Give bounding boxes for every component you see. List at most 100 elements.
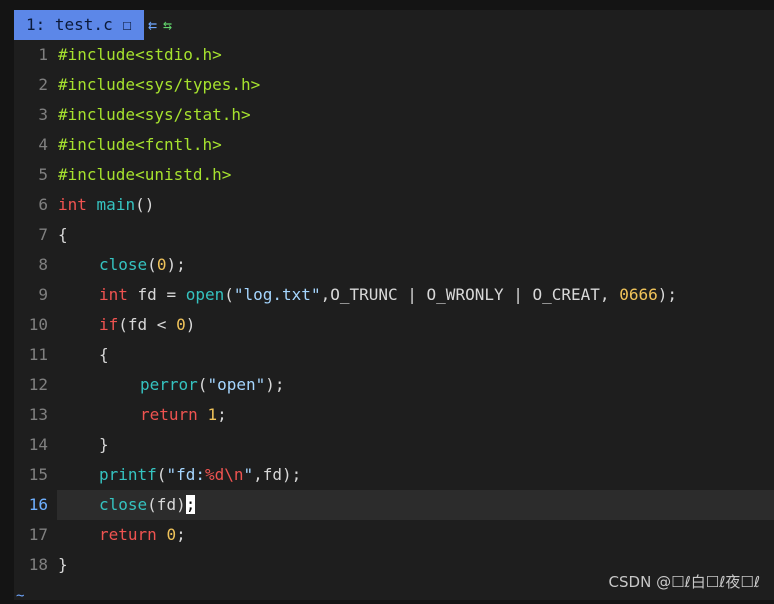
line-number: 6 — [38, 195, 48, 214]
line-content[interactable]: int fd = open("log.txt",O_TRUNC | O_WRON… — [57, 280, 774, 310]
code-token: #include — [58, 135, 136, 154]
code-token: ; — [176, 525, 186, 544]
code-token: ( — [156, 465, 167, 484]
code-token: perror — [140, 375, 198, 394]
line-content[interactable]: close(0); — [57, 250, 774, 280]
line-content[interactable]: return 1; — [57, 400, 774, 430]
code-line[interactable]: 11 { — [14, 340, 774, 370]
code-token: 0 — [176, 315, 186, 334]
code-line[interactable]: 4 #include<fcntl.h> — [14, 130, 774, 160]
code-line[interactable]: 15 printf("fd:%d\n",fd); — [14, 460, 774, 490]
line-number: 12 — [28, 375, 48, 394]
line-content[interactable]: perror("open"); — [57, 370, 774, 400]
code-token: %d\n — [204, 465, 244, 484]
code-token: 0666 — [619, 285, 658, 304]
line-number: 14 — [28, 435, 48, 454]
code-token: { — [58, 225, 68, 244]
code-line[interactable]: 2 #include<sys/types.h> — [14, 70, 774, 100]
line-content[interactable]: int main() — [57, 190, 774, 220]
line-content[interactable]: { — [57, 220, 774, 250]
code-token: #include — [58, 45, 136, 64]
line-content[interactable]: return 0; — [57, 520, 774, 550]
code-line[interactable]: 7{ — [14, 220, 774, 250]
code-token: close — [99, 255, 148, 274]
code-line[interactable]: 13 return 1; — [14, 400, 774, 430]
line-number: 16 — [28, 495, 48, 514]
code-token: printf — [99, 465, 157, 484]
code-token: ); — [657, 285, 677, 304]
code-token: open — [185, 285, 225, 304]
line-content[interactable]: if(fd < 0) — [57, 310, 774, 340]
code-token: 0 — [166, 525, 177, 544]
line-content[interactable]: #include<sys/types.h> — [57, 70, 774, 100]
line-content[interactable]: #include<unistd.h> — [57, 160, 774, 190]
code-token: <sys/types.h> — [135, 75, 261, 94]
code-token: ,fd); — [253, 465, 302, 484]
code-token: 0 — [156, 255, 167, 274]
code-token: " — [243, 465, 254, 484]
code-line[interactable]: 14} — [14, 430, 774, 460]
code-token: "log.txt" — [233, 285, 321, 304]
code-token: ; — [217, 405, 227, 424]
line-number: 7 — [38, 225, 48, 244]
line-number: 10 — [28, 315, 48, 334]
code-token: <stdio.h> — [135, 45, 222, 64]
code-token: return — [140, 405, 198, 424]
code-line[interactable]: 6 int main() — [14, 190, 774, 220]
text-cursor: ; — [185, 495, 196, 514]
code-line[interactable]: 3 #include<sys/stat.h> — [14, 100, 774, 130]
tabline: 1: test.c ☐ ⇇ ⇆ — [14, 10, 774, 40]
code-line[interactable]: 1 #include<stdio.h> — [14, 40, 774, 70]
code-token: int — [99, 285, 128, 304]
code-line[interactable]: 12 perror("open"); — [14, 370, 774, 400]
code-token: { — [99, 345, 109, 364]
code-token: () — [135, 195, 155, 214]
line-content[interactable]: #include<sys/stat.h> — [57, 100, 774, 130]
code-token: int — [58, 195, 87, 214]
code-token: ,O_TRUNC | O_WRONLY | O_CREAT, — [320, 285, 620, 304]
line-content[interactable]: #include<stdio.h> — [57, 40, 774, 70]
code-token: close — [99, 495, 148, 514]
code-token: main — [96, 195, 136, 214]
line-number: 3 — [38, 105, 48, 124]
line-content[interactable]: close(fd); — [57, 490, 774, 520]
code-line[interactable]: 17 return 0; — [14, 520, 774, 550]
code-token: ( — [197, 375, 208, 394]
code-token: (fd < — [118, 315, 177, 334]
code-token: if — [99, 315, 119, 334]
line-number: 2 — [38, 75, 48, 94]
code-line[interactable]: 9 int fd = open("log.txt",O_TRUNC | O_WRO… — [14, 280, 774, 310]
line-content[interactable]: printf("fd:%d\n",fd); — [57, 460, 774, 490]
code-editor[interactable]: 1: test.c ☐ ⇇ ⇆ 1 #include<stdio.h> 2 #incl… — [14, 10, 774, 604]
code-token: ( — [147, 255, 157, 274]
buffer-switch-icon[interactable]: ⇆ — [163, 16, 172, 34]
code-line[interactable]: 8 close(0); — [14, 250, 774, 280]
line-number: 1 — [38, 45, 48, 64]
code-token: <sys/stat.h> — [135, 105, 251, 124]
line-number: 9 — [38, 285, 48, 304]
buffer-left-icon[interactable]: ⇇ — [148, 16, 157, 34]
code-token: return — [99, 525, 157, 544]
code-token: #include — [58, 165, 136, 184]
code-token: #include — [58, 75, 136, 94]
code-token: ( — [224, 285, 234, 304]
empty-line-tilde: ~ — [16, 588, 25, 604]
line-content[interactable]: { — [57, 340, 774, 370]
code-token: (fd) — [147, 495, 186, 514]
line-number: 8 — [38, 255, 48, 274]
code-line[interactable]: 5 #include<unistd.h> — [14, 160, 774, 190]
line-number: 5 — [38, 165, 48, 184]
line-number: 18 — [28, 555, 48, 574]
line-content[interactable]: #include<fcntl.h> — [57, 130, 774, 160]
code-line[interactable]: 16 close(fd); — [14, 490, 774, 520]
line-number: 13 — [28, 405, 48, 424]
code-token: <unistd.h> — [135, 165, 232, 184]
tab-test-c[interactable]: 1: test.c ☐ — [14, 10, 144, 40]
line-content[interactable]: } — [57, 430, 774, 460]
code-token: #include — [58, 105, 136, 124]
code-line[interactable]: 10 if(fd < 0) — [14, 310, 774, 340]
code-area[interactable]: 1 #include<stdio.h> 2 #include<sys/types.h>… — [14, 40, 774, 580]
